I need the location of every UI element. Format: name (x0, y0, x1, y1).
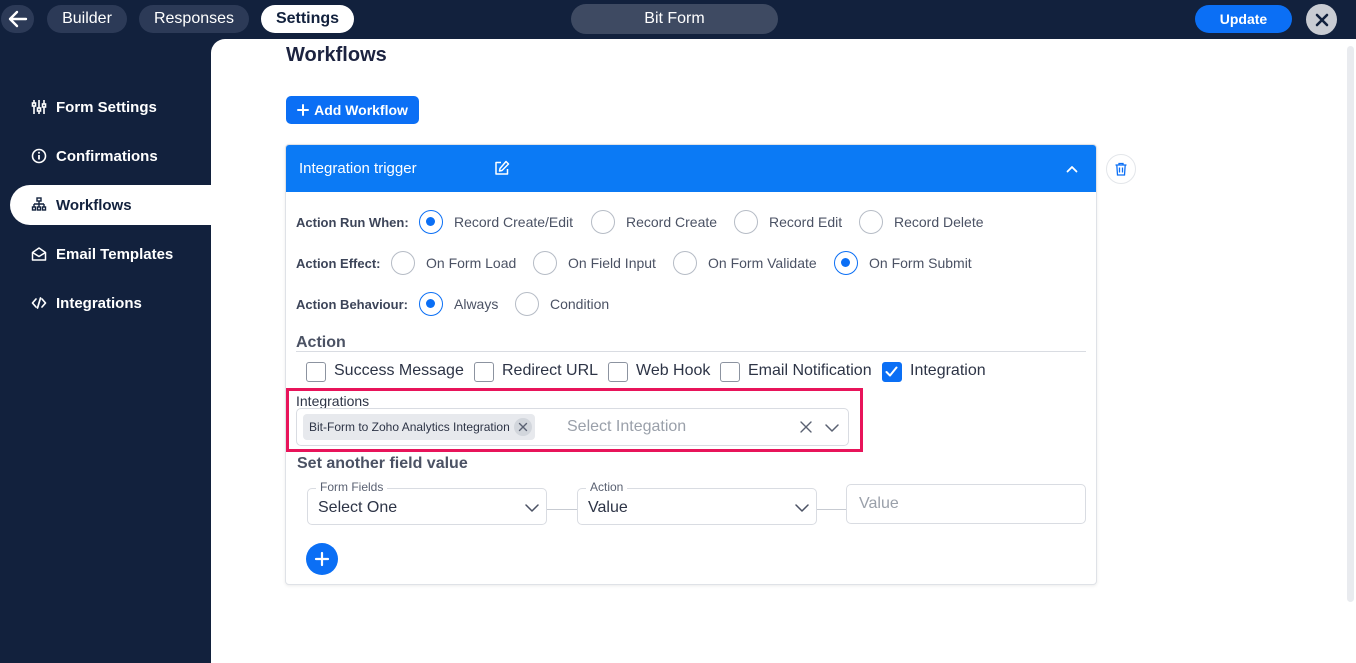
connector-line (817, 509, 846, 510)
chevron-down-icon (525, 504, 539, 512)
option-label: Record Edit (769, 214, 843, 230)
tab-settings[interactable]: Settings (261, 5, 354, 33)
option-label: On Form Submit (869, 255, 972, 271)
sidebar-item-label: Workflows (56, 196, 132, 214)
update-button[interactable]: Update (1195, 5, 1292, 33)
sidebar-item-label: Form Settings (56, 98, 157, 116)
sidebar-item-form-settings[interactable]: Form Settings (10, 87, 211, 127)
info-circle-icon (30, 147, 48, 165)
add-workflow-button[interactable]: Add Workflow (286, 96, 419, 124)
radio-condition[interactable] (515, 292, 539, 316)
checkbox-label: Web Hook (636, 362, 711, 379)
envelope-open-icon (30, 245, 48, 263)
top-bar: Builder Responses Settings Bit Form Upda… (0, 0, 1356, 39)
selected-integration-chip: Bit-Form to Zoho Analytics Integration (303, 414, 535, 440)
sidebar-item-label: Integrations (56, 294, 142, 312)
check-icon (885, 366, 898, 377)
sidebar-item-email-templates[interactable]: Email Templates (10, 234, 211, 274)
checkbox-success-message[interactable] (306, 362, 326, 382)
behaviour-label: Action Behaviour: (296, 297, 408, 312)
option-label: On Field Input (568, 255, 656, 271)
sliders-icon (30, 98, 48, 116)
workflow-title: Integration trigger (299, 160, 417, 177)
tab-builder[interactable]: Builder (47, 5, 127, 33)
edit-icon[interactable] (494, 160, 510, 176)
option-label: Record Delete (894, 214, 984, 230)
effect-label: Action Effect: (296, 256, 381, 271)
scrollbar[interactable] (1347, 46, 1354, 602)
sitemap-icon (30, 196, 48, 214)
sidebar-item-label: Email Templates (56, 245, 174, 263)
tab-responses[interactable]: Responses (139, 5, 249, 33)
add-workflow-label: Add Workflow (314, 102, 408, 118)
chevron-down-icon (795, 504, 809, 512)
option-label: Condition (550, 296, 610, 312)
sidebar-item-integrations[interactable]: Integrations (10, 283, 211, 323)
sidebar-item-label: Confirmations (56, 147, 158, 165)
integrations-label: Integrations (296, 393, 370, 409)
radio-record-create[interactable] (591, 210, 615, 234)
delete-workflow-button[interactable] (1106, 154, 1136, 184)
form-fields-legend: Form Fields (316, 480, 388, 494)
form-fields-select[interactable]: Form Fields Select One (307, 480, 547, 525)
radio-record-delete[interactable] (859, 210, 883, 234)
integrations-select[interactable]: Bit-Form to Zoho Analytics Integration S… (296, 408, 849, 446)
option-label: Always (454, 296, 499, 312)
arrow-left-icon (8, 10, 27, 28)
sidebar: Form Settings Confirmations Workflows Em… (0, 39, 211, 663)
action-value: Value (588, 499, 628, 516)
sidebar-item-confirmations[interactable]: Confirmations (10, 136, 211, 176)
integrations-placeholder: Select Integation (567, 418, 687, 435)
radio-on-form-validate[interactable] (673, 251, 697, 275)
remove-chip-button[interactable] (513, 418, 532, 436)
workflow-card-header[interactable]: Integration trigger (286, 145, 1096, 192)
radio-record-create-edit[interactable] (419, 210, 443, 234)
value-input[interactable] (846, 484, 1086, 524)
set-field-title: Set another field value (297, 455, 468, 472)
radio-always[interactable] (419, 292, 443, 316)
radio-on-form-load[interactable] (391, 251, 415, 275)
connector-line (547, 509, 577, 510)
page-title: Workflows (286, 44, 387, 66)
checkbox-label: Redirect URL (502, 362, 599, 379)
radio-on-field-input[interactable] (533, 251, 557, 275)
form-title[interactable]: Bit Form (571, 4, 778, 34)
add-field-button[interactable] (306, 543, 338, 575)
checkbox-web-hook[interactable] (608, 362, 628, 382)
radio-on-form-submit[interactable] (834, 251, 858, 275)
option-label: Record Create/Edit (454, 214, 574, 230)
checkbox-label: Integration (910, 362, 986, 379)
option-label: On Form Load (426, 255, 517, 271)
clear-icon[interactable] (799, 420, 813, 434)
option-label: Record Create (626, 214, 718, 230)
checkbox-label: Email Notification (748, 362, 872, 379)
close-icon (1315, 13, 1328, 26)
back-button[interactable] (1, 5, 34, 33)
radio-record-edit[interactable] (734, 210, 758, 234)
action-section-title: Action (296, 334, 346, 351)
plus-icon (314, 551, 330, 567)
action-select[interactable]: Action Value (577, 480, 817, 525)
chip-label: Bit-Form to Zoho Analytics Integration (309, 420, 510, 434)
form-fields-value: Select One (318, 499, 398, 516)
divider (296, 351, 1086, 352)
checkbox-redirect-url[interactable] (474, 362, 494, 382)
close-button[interactable] (1306, 4, 1337, 35)
close-icon (518, 422, 527, 432)
code-icon (30, 294, 48, 312)
action-legend: Action (586, 480, 628, 494)
checkbox-integration[interactable] (882, 362, 902, 382)
trash-icon (1115, 162, 1127, 176)
chevron-up-icon[interactable] (1064, 161, 1080, 177)
plus-icon (297, 104, 310, 116)
checkbox-email-notification[interactable] (720, 362, 740, 382)
option-label: On Form Validate (708, 255, 817, 271)
chevron-down-icon[interactable] (824, 420, 840, 436)
checkbox-label: Success Message (334, 362, 464, 379)
sidebar-item-workflows[interactable]: Workflows (10, 185, 211, 225)
run-when-label: Action Run When: (296, 215, 409, 230)
